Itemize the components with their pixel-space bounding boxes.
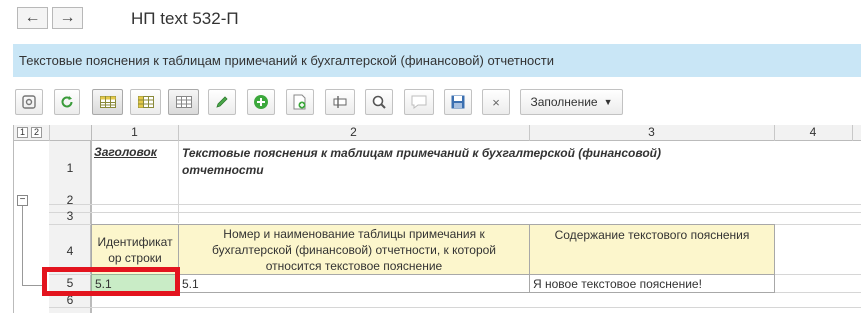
header-table-ref-line-1: Номер и наименование таблицы примечания … <box>223 226 485 241</box>
plus-circle-icon <box>254 95 268 109</box>
delete-button[interactable]: × <box>482 89 510 115</box>
collapse-group-button[interactable]: − <box>17 195 28 206</box>
move-button[interactable] <box>325 89 355 115</box>
edit-button[interactable] <box>208 89 236 115</box>
add-button[interactable] <box>247 89 275 115</box>
row-header-4[interactable]: 4 <box>49 244 91 258</box>
save-button[interactable] <box>444 89 472 115</box>
column-header-3[interactable]: 3 <box>529 125 774 141</box>
find-button[interactable] <box>365 89 393 115</box>
heading-text: Текстовые пояснения к таблицам примечани… <box>182 146 661 177</box>
add-document-button[interactable] <box>286 89 314 115</box>
arrow-left-icon: ← <box>24 9 41 26</box>
search-icon <box>372 95 386 109</box>
refresh-button[interactable] <box>54 89 80 115</box>
table-view-1-button[interactable] <box>92 89 123 115</box>
column-header-4[interactable]: 4 <box>774 125 852 141</box>
cell-table-ref[interactable]: 5.1 <box>178 274 530 293</box>
table-view-3-button[interactable] <box>168 89 199 115</box>
group-level-1-button[interactable]: 1 <box>17 127 28 138</box>
row-header-3[interactable]: 3 <box>49 209 91 223</box>
header-explanation-text: Содержание текстового пояснения <box>554 228 750 242</box>
minus-icon: − <box>19 194 26 205</box>
header-row-id-line-2: ор строки <box>108 250 162 265</box>
form-banner: Текстовые пояснения к таблицам примечани… <box>13 44 861 77</box>
close-icon: × <box>492 94 500 110</box>
cell-explanation[interactable]: Я новое текстовое пояснение! <box>529 274 775 293</box>
highlight-box <box>42 267 180 296</box>
header-table-ref-line-3: относится текстовое пояснение <box>265 258 443 273</box>
banner-text: Текстовые пояснения к таблицам примечани… <box>19 53 554 68</box>
fill-label: Заполнение <box>530 95 598 109</box>
header-table-ref-line-2: бухгалтерской (финансовой) отчетности, к… <box>211 242 497 257</box>
settings-button[interactable] <box>15 89 43 115</box>
header-cell-explanation: Содержание текстового пояснения <box>529 224 775 275</box>
group-level-2-button[interactable]: 2 <box>31 127 42 138</box>
comment-button[interactable] <box>404 89 434 115</box>
spreadsheet[interactable]: 1 2 1 2 3 4 1 2 3 4 5 6 − Заголовок Текс… <box>13 125 861 313</box>
window-title: НП text 532-П <box>131 9 239 28</box>
refresh-icon <box>61 96 73 108</box>
table-icon <box>137 96 154 108</box>
header-cell-table-ref: Номер и наименование таблицы примечания … <box>178 224 530 275</box>
settings-icon <box>22 95 36 109</box>
header-row-id-line-1: Идентификат <box>97 234 173 249</box>
add-document-icon <box>293 94 306 110</box>
comment-icon <box>411 95 427 109</box>
table-view-2-button[interactable] <box>130 89 161 115</box>
arrow-right-icon: → <box>59 9 76 26</box>
heading-label: Заголовок <box>94 145 157 159</box>
column-header-2[interactable]: 2 <box>178 125 529 141</box>
table-icon <box>99 96 116 108</box>
row-header-1[interactable]: 1 <box>49 161 91 175</box>
forward-button[interactable]: → <box>52 7 83 29</box>
fill-dropdown-button[interactable]: Заполнение ▼ <box>520 89 623 115</box>
column-header-1[interactable]: 1 <box>91 125 178 141</box>
back-button[interactable]: ← <box>17 7 48 29</box>
save-icon <box>451 95 465 109</box>
row-header-2[interactable]: 2 <box>49 193 91 207</box>
table-icon <box>175 96 192 108</box>
chevron-down-icon: ▼ <box>603 97 613 107</box>
pencil-icon <box>216 96 228 108</box>
column-icon <box>333 96 347 108</box>
